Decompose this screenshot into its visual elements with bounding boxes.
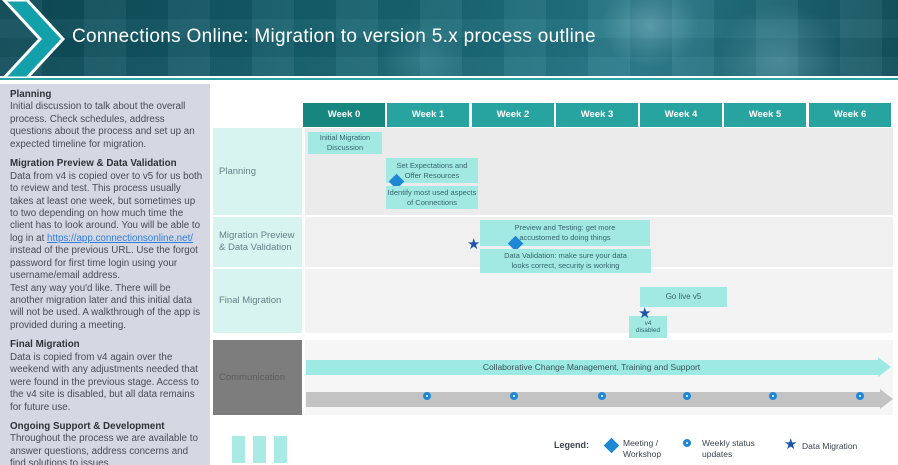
note-final-migration: Final Migration Data is copied from v4 a… bbox=[10, 339, 203, 414]
week-header-3: Week 3 bbox=[556, 103, 638, 127]
note-text: instead of the previous URL. Use the for… bbox=[10, 245, 201, 331]
note-heading: Migration Preview & Data Validation bbox=[10, 158, 177, 170]
header-banner: Connections Online: Migration to version… bbox=[0, 0, 898, 80]
row-label-final: Final Migration bbox=[213, 269, 302, 333]
legend-weekly-status-label: Weekly status updates bbox=[702, 438, 755, 459]
note-migration-preview: Migration Preview & Data Validation Data… bbox=[10, 158, 203, 332]
slide: Connections Online: Migration to version… bbox=[0, 0, 898, 465]
note-heading: Ongoing Support & Development bbox=[10, 420, 165, 432]
task-go-live-v5: Go live v5 bbox=[640, 287, 727, 307]
deco-bar bbox=[232, 436, 245, 463]
legend-data-migration-label: Data Migration bbox=[802, 441, 858, 451]
row-label-communication: Communication bbox=[213, 340, 302, 415]
deco-bar bbox=[253, 436, 266, 463]
row-label-planning: Planning bbox=[213, 128, 302, 215]
week-header-4: Week 4 bbox=[640, 103, 722, 127]
week-header-2: Week 2 bbox=[472, 103, 554, 127]
weekly-status-circle-icon bbox=[683, 392, 691, 400]
data-migration-star-icon: ★ bbox=[638, 305, 652, 322]
row-bg-final bbox=[305, 269, 893, 333]
legend-circle-icon bbox=[683, 439, 691, 447]
legend-star-icon: ★ bbox=[784, 436, 798, 453]
sidebar-notes: Planning Initial discussion to talk abou… bbox=[0, 84, 210, 465]
note-body: Data is copied from v4 again over the we… bbox=[10, 351, 199, 413]
legend-meeting-label: Meeting / Workshop bbox=[623, 438, 662, 459]
deco-bar bbox=[274, 436, 287, 463]
arrow-body bbox=[306, 392, 881, 407]
collaborative-support-arrow: Collaborative Change Management, Trainin… bbox=[306, 357, 891, 377]
page-title: Connections Online: Migration to version… bbox=[72, 26, 596, 47]
weekly-status-circle-icon bbox=[510, 392, 518, 400]
arrow-head-icon bbox=[880, 389, 893, 409]
note-body: Data from v4 is copied over to v5 for us… bbox=[10, 171, 203, 333]
task-data-validation: Data Validation: make sure your data loo… bbox=[480, 249, 651, 273]
note-heading: Planning bbox=[10, 89, 52, 100]
week-header-1: Week 1 bbox=[387, 103, 469, 127]
chevron-icon bbox=[0, 0, 66, 80]
data-migration-star-icon: ★ bbox=[467, 236, 481, 253]
week-header-6: Week 6 bbox=[809, 103, 891, 127]
note-planning: Planning Initial discussion to talk abou… bbox=[10, 89, 203, 151]
weekly-status-circle-icon bbox=[856, 392, 864, 400]
note-heading: Final Migration bbox=[10, 339, 80, 351]
legend-diamond-icon bbox=[603, 437, 620, 454]
note-body: Initial discussion to talk about the ove… bbox=[10, 101, 195, 150]
arrow-head-icon bbox=[878, 357, 891, 377]
legend-label: Legend: bbox=[554, 440, 589, 450]
collaborative-support-label: Collaborative Change Management, Trainin… bbox=[482, 362, 701, 372]
note-ongoing-support: Ongoing Support & Development Throughout… bbox=[10, 421, 203, 465]
week-header-0: Week 0 bbox=[303, 103, 385, 127]
row-label-mpdv: Migration Preview & Data Validation bbox=[213, 217, 302, 267]
weekly-status-circle-icon bbox=[769, 392, 777, 400]
weekly-status-circle-icon bbox=[423, 392, 431, 400]
task-preview-testing: Preview and Testing: get more accustomed… bbox=[480, 220, 650, 246]
week-header-5: Week 5 bbox=[724, 103, 806, 127]
timeline-chart: Week 0 Week 1 Week 2 Week 3 Week 4 Week … bbox=[210, 80, 898, 465]
task-identify-aspects: Identify most used aspects of Connection… bbox=[386, 186, 478, 209]
connectionsonline-link[interactable]: https://app.connectionsonline.net/ bbox=[47, 233, 193, 244]
note-body: Throughout the process we are available … bbox=[10, 433, 198, 465]
task-initial-migration-discussion: Initial Migration Discussion bbox=[308, 132, 382, 154]
weekly-status-circle-icon bbox=[598, 392, 606, 400]
